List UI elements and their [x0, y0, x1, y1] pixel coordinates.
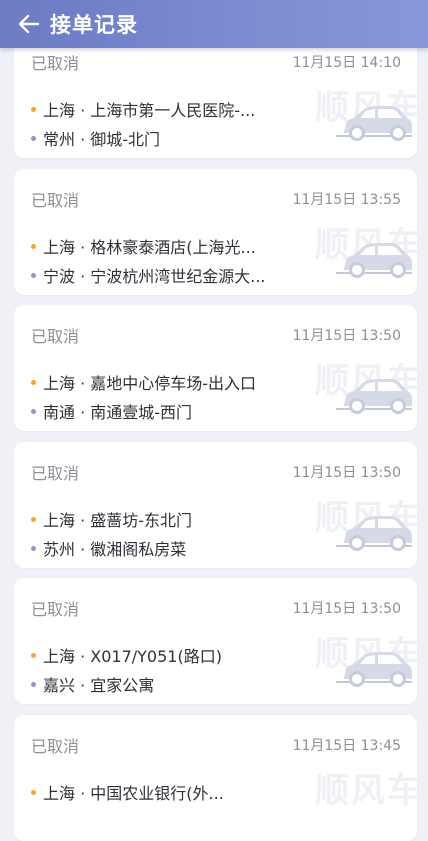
- record-time: 11月15日 13:50: [292, 328, 401, 344]
- origin-dot-icon: [31, 107, 36, 112]
- car-icon: [336, 379, 412, 414]
- record-status: 已取消: [31, 600, 80, 619]
- route-from: 上海 · 上海市第一人民医院-...: [31, 97, 281, 121]
- route-to-text: 常州 · 御城-北门: [43, 130, 161, 149]
- route-to-text: 苏州 · 徽湘阁私房菜: [43, 540, 187, 559]
- origin-dot-icon: [31, 790, 36, 795]
- destination-dot-icon: [31, 273, 36, 278]
- route-to-text: 南通 · 南通壹城-西门: [43, 403, 193, 422]
- record-time: 11月15日 13:50: [292, 465, 401, 481]
- record-card[interactable]: 顺风车 已取消 11月15日 13:45 上海 · 中国农业银行(外...: [14, 715, 417, 841]
- route-to-text: 嘉兴 · 宜家公寓: [43, 676, 155, 695]
- route-from-text: 上海 · 盛蔷坊-东北门: [43, 511, 193, 530]
- arrow-left-icon: [18, 14, 40, 34]
- car-icon: [336, 516, 412, 551]
- destination-dot-icon: [31, 136, 36, 141]
- record-card[interactable]: 顺风车 已取消 11月15日 13:55 上海 · 格林豪泰酒店(上海光... …: [14, 169, 417, 295]
- record-card[interactable]: 顺风车 已取消 11月15日 13:50 上海 · X017/Y051(路口) …: [14, 578, 417, 704]
- route-from: 上海 · 嘉地中心停车场-出入口: [31, 370, 281, 394]
- app-header: 接单记录: [0, 0, 428, 48]
- record-time: 11月15日 13:55: [292, 192, 401, 208]
- record-card[interactable]: 顺风车 已取消 11月15日 14:10 上海 · 上海市第一人民医院-... …: [14, 32, 417, 158]
- route-from: 上海 · X017/Y051(路口): [31, 643, 281, 667]
- route-to: 南通 · 南通壹城-西门: [31, 399, 281, 423]
- origin-dot-icon: [31, 380, 36, 385]
- route-from-text: 上海 · 嘉地中心停车场-出入口: [43, 374, 257, 393]
- route-to: 嘉兴 · 宜家公寓: [31, 672, 281, 696]
- route-from-text: 上海 · 格林豪泰酒店(上海光...: [43, 238, 256, 257]
- record-status: 已取消: [31, 191, 80, 210]
- record-time: 11月15日 13:50: [292, 601, 401, 617]
- route-from-text: 上海 · X017/Y051(路口): [43, 647, 222, 666]
- record-status: 已取消: [31, 464, 80, 483]
- car-icon: [336, 106, 412, 141]
- record-time: 11月15日 14:10: [292, 55, 401, 71]
- record-status: 已取消: [31, 737, 80, 756]
- record-card[interactable]: 顺风车 已取消 11月15日 13:50 上海 · 嘉地中心停车场-出入口 南通…: [14, 305, 417, 431]
- destination-dot-icon: [31, 409, 36, 414]
- route-to: 宁波 · 宁波杭州湾世纪金源大...: [31, 263, 281, 287]
- car-icon: [336, 243, 412, 278]
- record-status: 已取消: [31, 54, 80, 73]
- record-time: 11月15日 13:45: [292, 738, 401, 754]
- page-title: 接单记录: [50, 13, 138, 37]
- origin-dot-icon: [31, 517, 36, 522]
- destination-dot-icon: [31, 682, 36, 687]
- watermark-text: 顺风车: [315, 771, 417, 811]
- origin-dot-icon: [31, 653, 36, 658]
- route-from: 上海 · 中国农业银行(外...: [31, 780, 281, 804]
- route-from: 上海 · 格林豪泰酒店(上海光...: [31, 234, 281, 258]
- origin-dot-icon: [31, 244, 36, 249]
- record-card[interactable]: 顺风车 已取消 11月15日 13:50 上海 · 盛蔷坊-东北门 苏州 · 徽…: [14, 442, 417, 568]
- route-to: 苏州 · 徽湘阁私房菜: [31, 536, 281, 560]
- destination-dot-icon: [31, 546, 36, 551]
- route-from-text: 上海 · 上海市第一人民医院-...: [43, 101, 256, 120]
- route-from: 上海 · 盛蔷坊-东北门: [31, 507, 281, 531]
- record-status: 已取消: [31, 327, 80, 346]
- back-button[interactable]: [16, 11, 42, 37]
- route-to-text: 宁波 · 宁波杭州湾世纪金源大...: [43, 267, 266, 286]
- route-from-text: 上海 · 中国农业银行(外...: [43, 784, 224, 803]
- car-icon: [336, 652, 412, 687]
- route-to: 常州 · 御城-北门: [31, 126, 281, 150]
